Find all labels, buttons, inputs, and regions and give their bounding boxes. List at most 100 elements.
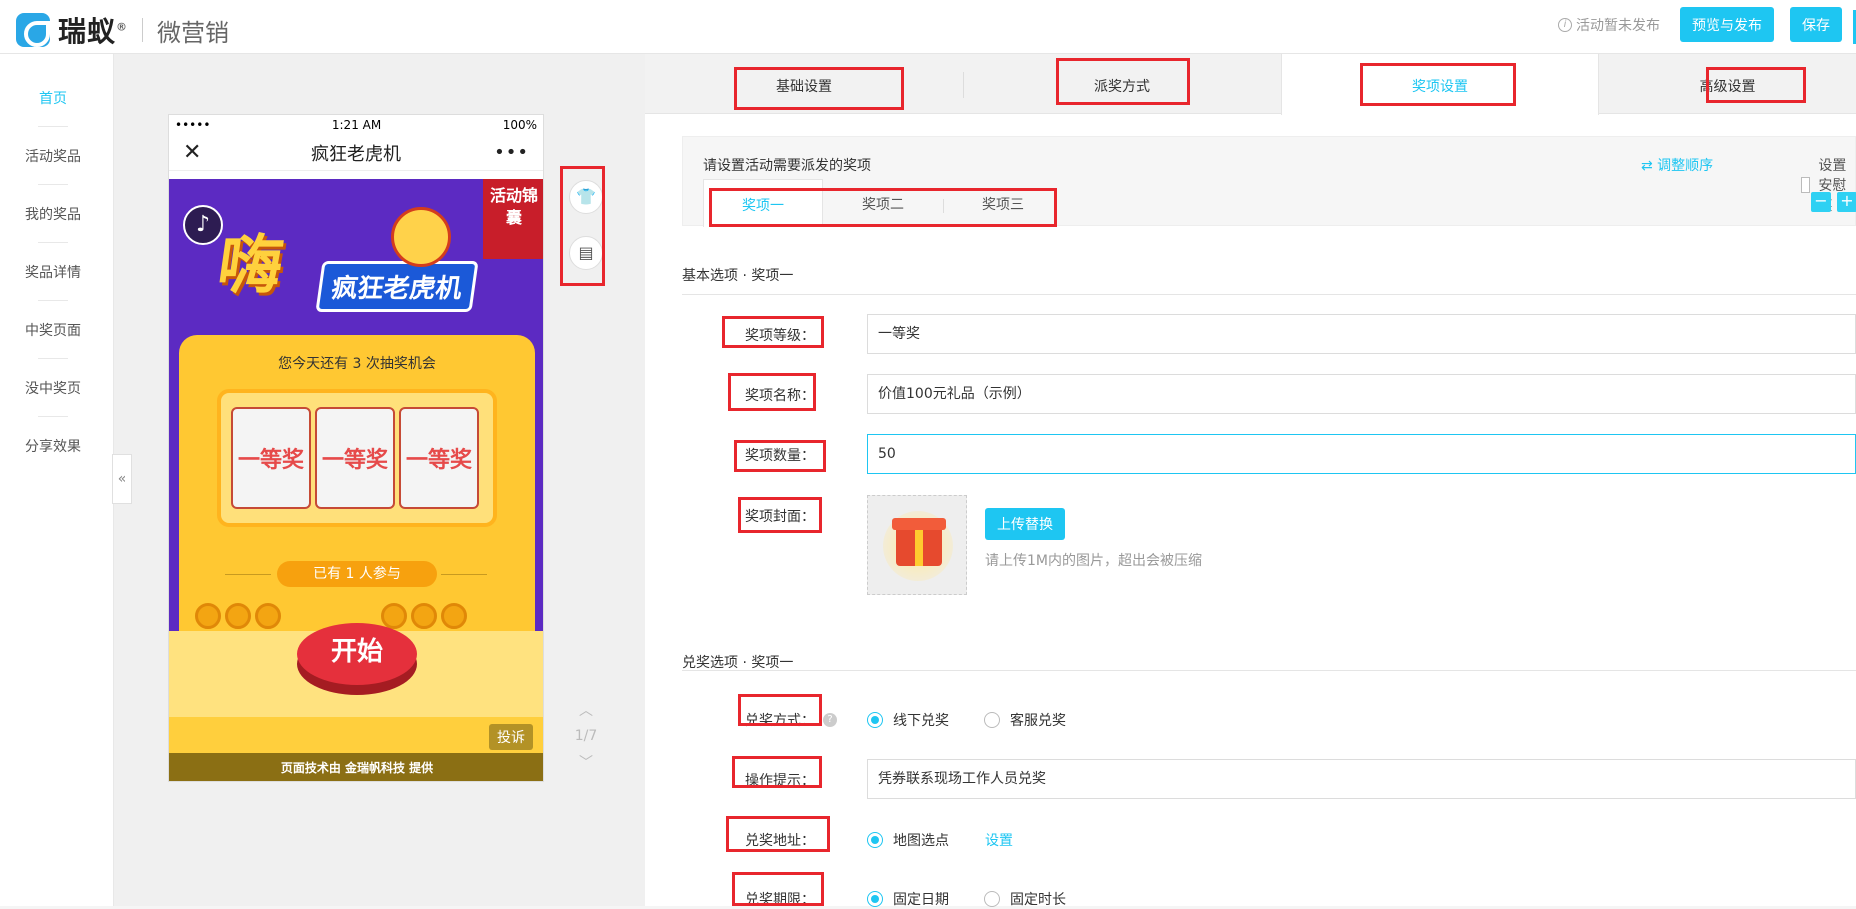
nav-item-activity-prizes[interactable]: 活动奖品	[0, 146, 106, 166]
prize-level-input[interactable]: 一等奖	[867, 314, 1856, 354]
logo-icon	[16, 13, 50, 47]
radio-label: 线下兑奖	[893, 713, 949, 729]
operation-tip-input[interactable]: 凭券联系现场工作人员兑奖	[867, 759, 1856, 799]
upload-hint: 请上传1M内的图片，超出会被压缩	[985, 553, 1202, 569]
reel-frame: 一等奖 一等奖 一等奖	[217, 389, 497, 527]
nav-item-win-page[interactable]: 中奖页面	[0, 320, 106, 340]
highlight-box	[734, 67, 904, 110]
left-nav: 首页 活动奖品 我的奖品 奖品详情 中奖页面 没中奖页 分享效果	[0, 54, 114, 906]
upload-replace-button[interactable]: 上传替换	[985, 508, 1065, 540]
collapse-sidebar-icon[interactable]: «	[112, 454, 132, 504]
remove-prize-button[interactable]: −	[1811, 192, 1831, 212]
phone-title-bar: ✕ 疯狂老虎机 •••	[169, 135, 543, 171]
prize-name-input[interactable]: 价值100元礼品（示例）	[867, 374, 1856, 414]
nav-separator	[38, 242, 68, 243]
info-icon: i	[1558, 18, 1572, 32]
reel: 一等奖	[399, 407, 479, 509]
coin-light	[411, 603, 437, 629]
coin-light	[381, 603, 407, 629]
prize-cover-image[interactable]	[867, 495, 967, 595]
address-settings-link[interactable]: 设置	[985, 830, 1013, 850]
highlight-box	[738, 497, 822, 533]
page-indicator: 1/7	[574, 728, 598, 744]
highlight-box	[732, 756, 822, 788]
highlight-box	[734, 440, 826, 472]
nav-item-home[interactable]: 首页	[0, 88, 106, 108]
radio-fixed-duration[interactable]: 固定时长	[984, 889, 1066, 909]
radio-label: 客服兑奖	[1010, 713, 1066, 729]
nav-separator	[38, 126, 68, 127]
reorder-link[interactable]: ⇄ 调整顺序	[1641, 155, 1713, 175]
nav-item-prize-detail[interactable]: 奖品详情	[0, 262, 106, 282]
highlight-box	[560, 166, 605, 286]
close-icon[interactable]: ✕	[183, 140, 201, 165]
radio-map-select[interactable]: 地图选点	[867, 830, 949, 850]
publish-status: i 活动暂未发布	[1558, 15, 1660, 35]
logo: 瑞蚁® 微营销	[16, 10, 229, 50]
activity-tips-ribbon[interactable]: 活动锦囊	[483, 179, 543, 259]
highlight-box	[1706, 67, 1806, 103]
brand-name: 瑞蚁®	[58, 15, 129, 48]
phone-status-bar: ••••• 1:21 AM 100%	[169, 115, 543, 135]
fortune-god-image	[391, 207, 451, 267]
tech-support-footer: 页面技术由 金瑞帆科技 提供	[169, 753, 543, 781]
publish-status-text: 活动暂未发布	[1576, 18, 1660, 34]
sub-brand: 微营销	[157, 18, 230, 47]
logo-divider	[142, 18, 144, 42]
highlight-box	[722, 316, 824, 348]
coin-light	[225, 603, 251, 629]
participants-badge: 已有 1 人参与	[277, 561, 437, 587]
report-button[interactable]: 投诉	[489, 724, 533, 750]
nav-item-my-prizes[interactable]: 我的奖品	[0, 204, 106, 224]
highlight-box	[732, 872, 824, 906]
music-icon[interactable]: ♪	[183, 205, 223, 245]
decor-line	[441, 574, 487, 575]
nav-item-lose-page[interactable]: 没中奖页	[0, 378, 106, 398]
highlight-box	[709, 188, 1057, 227]
help-icon[interactable]: ?	[823, 713, 837, 727]
nav-separator	[38, 300, 68, 301]
radio-icon[interactable]	[984, 891, 1000, 907]
highlight-box	[726, 816, 830, 852]
radio-selected-icon[interactable]	[867, 832, 883, 848]
banner-sub-text: 疯狂老虎机	[315, 261, 479, 312]
radio-offline-redeem[interactable]: 线下兑奖	[867, 710, 949, 730]
machine-footer	[169, 717, 543, 753]
highlight-box	[1360, 63, 1516, 106]
nav-item-share-effect[interactable]: 分享效果	[0, 436, 106, 456]
prize-quantity-input[interactable]: 50	[867, 434, 1856, 474]
page-up-icon[interactable]: ︿	[571, 700, 601, 720]
radio-service-redeem[interactable]: 客服兑奖	[984, 710, 1066, 730]
gift-icon	[892, 518, 946, 566]
highlight-box	[1056, 58, 1190, 105]
start-button[interactable]: 开始	[297, 623, 417, 685]
coin-light	[255, 603, 281, 629]
preview-publish-button[interactable]: 预览与发布	[1680, 7, 1774, 42]
radio-selected-icon[interactable]	[867, 712, 883, 728]
checkbox-icon[interactable]	[1801, 177, 1811, 193]
radio-label: 固定时长	[1010, 892, 1066, 908]
radio-label: 固定日期	[893, 892, 949, 908]
phone-carrier: •••••	[175, 118, 211, 132]
phone-time: 1:21 AM	[331, 118, 382, 132]
reel: 一等奖	[315, 407, 395, 509]
radio-selected-icon[interactable]	[867, 891, 883, 907]
slot-game-page: ♪ 嗨 疯狂老虎机 活动锦囊 您今天还有 3 次抽奖机会 一等奖 一等奖 一等奖…	[169, 179, 543, 781]
nav-separator	[38, 184, 68, 185]
radio-label: 地图选点	[893, 833, 949, 849]
redeem-section-title: 兑奖选项 · 奖项一	[682, 655, 794, 671]
radio-icon[interactable]	[984, 712, 1000, 728]
radio-fixed-date[interactable]: 固定日期	[867, 889, 949, 909]
page-down-icon[interactable]: ﹀	[571, 752, 601, 772]
decor-line	[225, 574, 271, 575]
phone-page-title: 疯狂老虎机	[311, 143, 401, 165]
more-icon[interactable]: •••	[494, 142, 529, 163]
nav-separator	[38, 416, 68, 417]
reel: 一等奖	[231, 407, 311, 509]
coin-light	[441, 603, 467, 629]
save-button[interactable]: 保存	[1790, 7, 1842, 42]
add-prize-button[interactable]: +	[1837, 192, 1856, 212]
section-divider	[682, 294, 1856, 295]
coin-light	[195, 603, 221, 629]
prize-list-tip: 请设置活动需要派发的奖项	[703, 158, 871, 174]
